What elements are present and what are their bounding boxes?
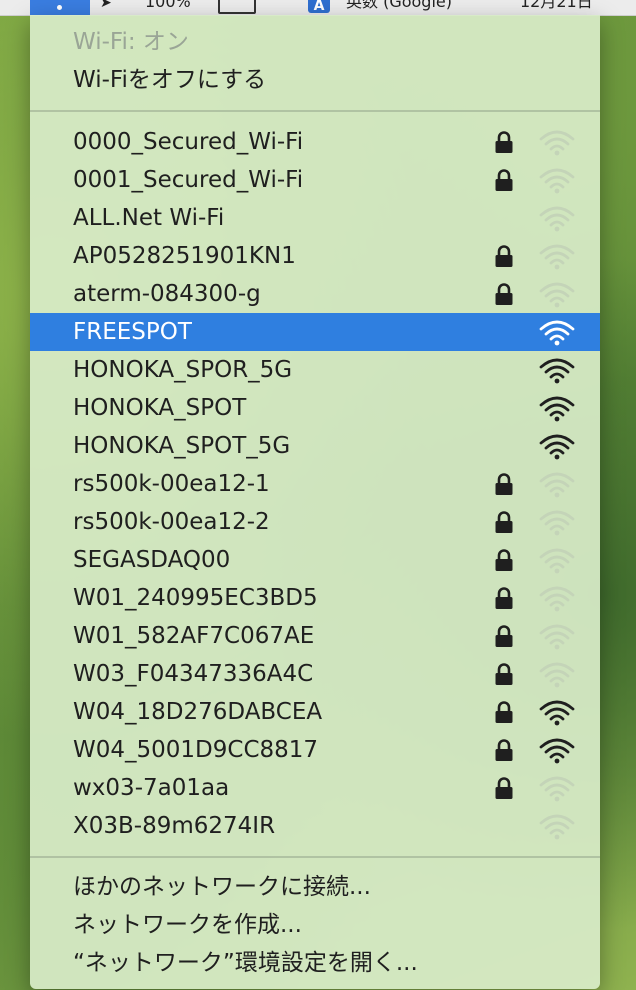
lock-icon [495, 663, 513, 685]
network-name: W03_F04347336A4C [73, 661, 314, 687]
network-item[interactable]: ALL.Net Wi-Fi [30, 199, 600, 237]
wifi-signal-icon [539, 776, 575, 802]
network-name: HONOKA_SPOT_5G [73, 433, 291, 459]
wifi-signal-icon [539, 472, 575, 498]
join-other-network-item[interactable]: ほかのネットワークに接続... [30, 868, 600, 906]
wifi-signal-icon [539, 662, 575, 688]
network-item[interactable]: aterm-084300-g [30, 275, 600, 313]
wifi-dropdown-menu: Wi-Fi: オン Wi-Fiをオフにする 0000_Secured_Wi-Fi… [30, 15, 600, 989]
network-item[interactable]: W04_18D276DABCEA [30, 693, 600, 731]
lock-icon [495, 625, 513, 647]
wifi-signal-icon [539, 396, 575, 422]
network-item[interactable]: 0001_Secured_Wi-Fi [30, 161, 600, 199]
open-network-preferences-item[interactable]: “ネットワーク”環境設定を開く... [30, 944, 600, 982]
network-item[interactable]: FREESPOT [30, 313, 600, 351]
network-name: ALL.Net Wi-Fi [73, 205, 225, 231]
turn-wifi-off-item[interactable]: Wi-Fiをオフにする [30, 61, 600, 99]
network-item[interactable]: W01_240995EC3BD5 [30, 579, 600, 617]
input-source-label[interactable]: 英数 (Google) [346, 0, 452, 12]
lock-icon [495, 777, 513, 799]
wifi-signal-icon [539, 130, 575, 156]
wifi-signal-icon [539, 434, 575, 460]
network-item[interactable]: rs500k-00ea12-2 [30, 503, 600, 541]
wifi-signal-icon [539, 206, 575, 232]
lock-icon [495, 549, 513, 571]
wifi-signal-icon [539, 738, 575, 764]
network-item[interactable]: HONOKA_SPOR_5G [30, 351, 600, 389]
menu-bar: ➤ 100% A 英数 (Google) 12月21日 [0, 0, 636, 16]
network-name: W01_582AF7C067AE [73, 623, 315, 649]
network-name: W04_18D276DABCEA [73, 699, 323, 725]
network-name: 0001_Secured_Wi-Fi [73, 167, 304, 193]
network-item[interactable]: HONOKA_SPOT_5G [30, 427, 600, 465]
network-item[interactable]: wx03-7a01aa [30, 769, 600, 807]
wifi-signal-icon [539, 814, 575, 840]
network-name: AP0528251901KN1 [73, 243, 296, 269]
wifi-signal-icon [539, 244, 575, 270]
menu-separator [30, 856, 600, 858]
wifi-signal-icon [539, 510, 575, 536]
network-item[interactable]: AP0528251901KN1 [30, 237, 600, 275]
network-item[interactable]: HONOKA_SPOT [30, 389, 600, 427]
network-name: X03B-89m6274IR [73, 813, 276, 839]
network-name: FREESPOT [73, 319, 192, 345]
network-name: rs500k-00ea12-2 [73, 509, 270, 535]
network-item[interactable]: W01_582AF7C067AE [30, 617, 600, 655]
network-item[interactable]: 0000_Secured_Wi-Fi [30, 123, 600, 161]
network-item[interactable]: W03_F04347336A4C [30, 655, 600, 693]
network-name: 0000_Secured_Wi-Fi [73, 129, 304, 155]
network-name: SEGASDAQ00 [73, 547, 231, 573]
input-source-icon[interactable]: A [308, 0, 330, 14]
wifi-signal-icon [539, 586, 575, 612]
network-name: rs500k-00ea12-1 [73, 471, 270, 497]
lock-icon [495, 473, 513, 495]
network-name: W04_5001D9CC8817 [73, 737, 319, 763]
wifi-signal-icon [539, 358, 575, 384]
network-name: wx03-7a01aa [73, 775, 230, 801]
lock-icon [495, 739, 513, 761]
wifi-signal-icon [539, 548, 575, 574]
network-item[interactable]: W04_5001D9CC8817 [30, 731, 600, 769]
wifi-menu-extra-icon[interactable] [30, 0, 90, 15]
battery-icon[interactable] [218, 0, 256, 14]
network-name: HONOKA_SPOR_5G [73, 357, 293, 383]
wifi-signal-icon [539, 282, 575, 308]
network-name: W01_240995EC3BD5 [73, 585, 318, 611]
menu-separator [30, 110, 600, 112]
lock-icon [495, 511, 513, 533]
wifi-signal-icon [539, 320, 575, 346]
network-item[interactable]: SEGASDAQ00 [30, 541, 600, 579]
network-name: aterm-084300-g [73, 281, 261, 307]
location-arrow-icon[interactable]: ➤ [100, 0, 112, 13]
lock-icon [495, 587, 513, 609]
network-item[interactable]: rs500k-00ea12-1 [30, 465, 600, 503]
network-name: HONOKA_SPOT [73, 395, 247, 421]
lock-icon [495, 283, 513, 305]
lock-icon [495, 169, 513, 191]
menubar-clock[interactable]: 12月21日 [520, 0, 593, 12]
wifi-signal-icon [539, 624, 575, 650]
wifi-signal-icon [539, 700, 575, 726]
wifi-signal-icon [539, 168, 575, 194]
lock-icon [495, 245, 513, 267]
create-network-item[interactable]: ネットワークを作成... [30, 906, 600, 944]
lock-icon [495, 701, 513, 723]
network-item[interactable]: X03B-89m6274IR [30, 807, 600, 845]
lock-icon [495, 131, 513, 153]
wifi-status-label: Wi-Fi: オン [73, 29, 189, 55]
battery-percentage[interactable]: 100% [145, 0, 191, 12]
